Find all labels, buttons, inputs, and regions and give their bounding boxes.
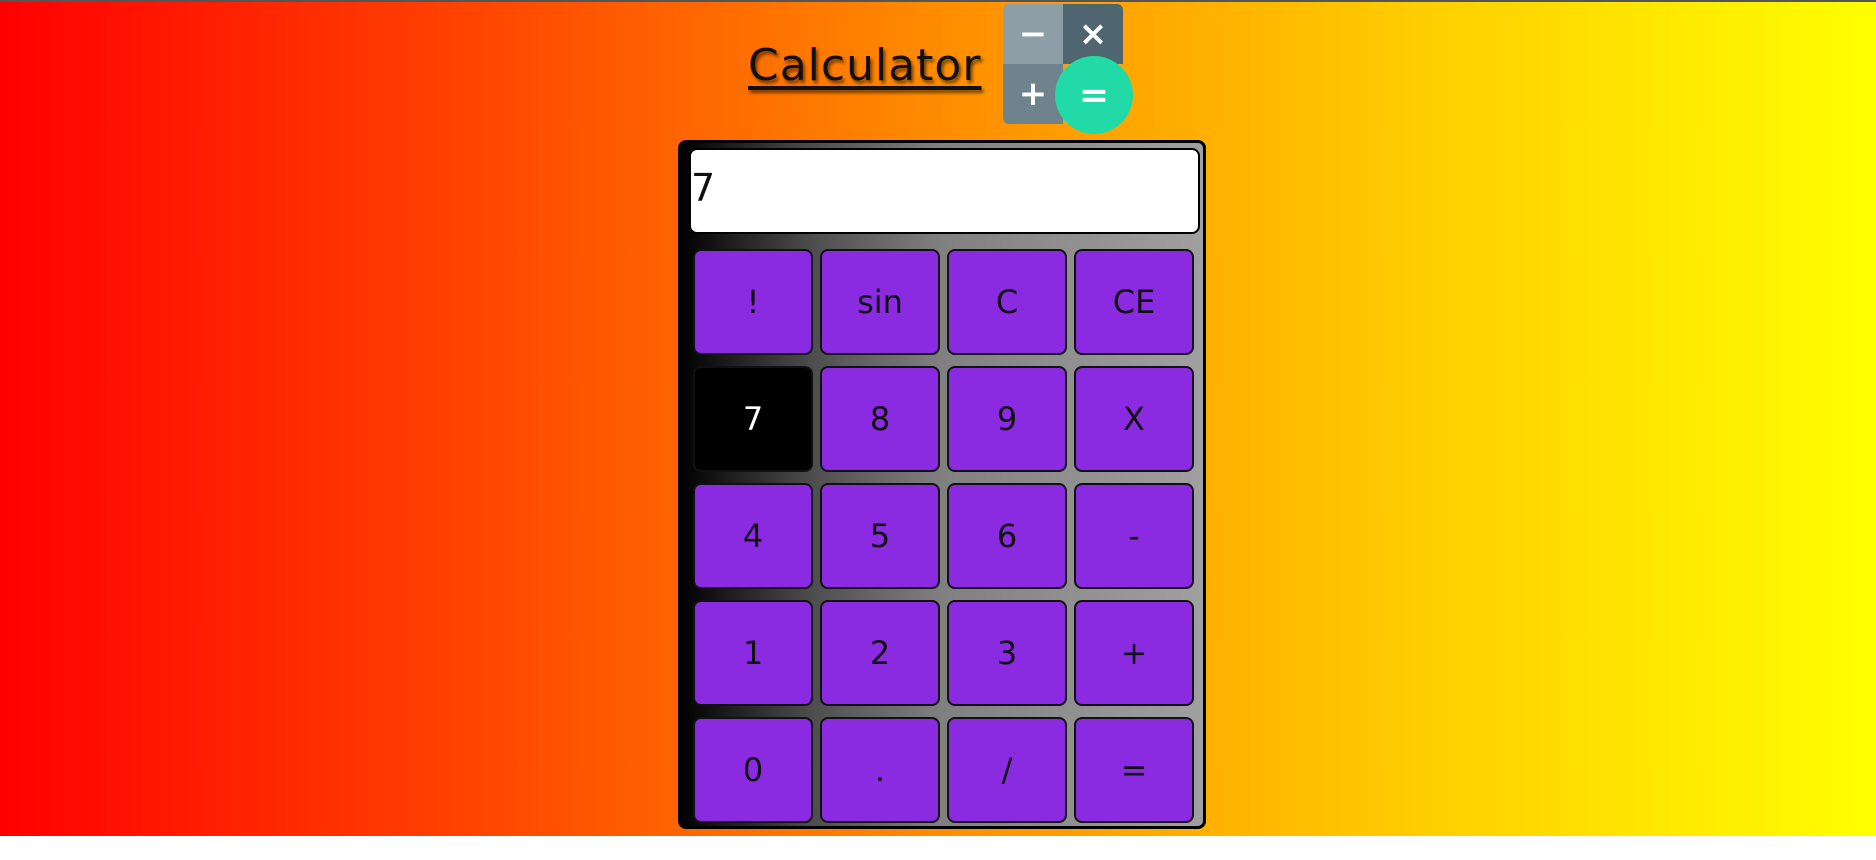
sin-button[interactable]: sin [820,249,940,355]
divide-button[interactable]: / [947,717,1067,823]
minus-icon: − [1003,4,1063,64]
digit-3-button[interactable]: 3 [947,600,1067,706]
calculator-logo: − × + = [1003,4,1133,134]
plus-icon: + [1003,64,1063,124]
digit-7-button[interactable]: 7 [693,366,813,472]
equals-icon: = [1055,56,1133,134]
digit-4-button[interactable]: 4 [693,483,813,589]
page-title: Calculator [748,40,982,91]
digit-8-button[interactable]: 8 [820,366,940,472]
calculator-display[interactable]: 7 [689,148,1200,234]
page: Calculator − × + = 7 ! sin C CE 7 8 9 X … [0,0,1876,860]
digit-2-button[interactable]: 2 [820,600,940,706]
digit-1-button[interactable]: 1 [693,600,813,706]
factorial-button[interactable]: ! [693,249,813,355]
clear-button[interactable]: C [947,249,1067,355]
digit-6-button[interactable]: 6 [947,483,1067,589]
multiply-icon: × [1063,4,1123,64]
calculator-body: 7 ! sin C CE 7 8 9 X 4 5 6 - 1 2 3 + 0 .… [678,140,1206,829]
digit-0-button[interactable]: 0 [693,717,813,823]
digit-5-button[interactable]: 5 [820,483,940,589]
clear-entry-button[interactable]: CE [1074,249,1194,355]
digit-9-button[interactable]: 9 [947,366,1067,472]
decimal-button[interactable]: . [820,717,940,823]
bottom-margin [0,836,1876,860]
equals-button[interactable]: = [1074,717,1194,823]
subtract-button[interactable]: - [1074,483,1194,589]
add-button[interactable]: + [1074,600,1194,706]
multiply-button[interactable]: X [1074,366,1194,472]
